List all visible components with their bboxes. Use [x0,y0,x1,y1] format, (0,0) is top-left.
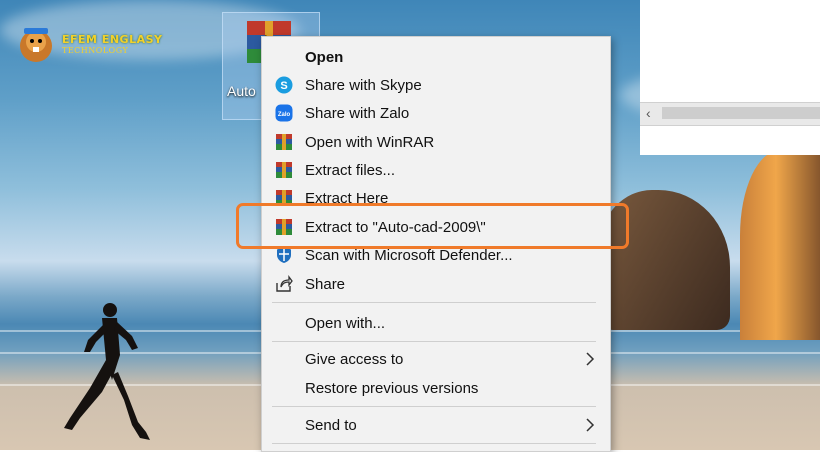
logo-title: EFEM ENGLASY [62,33,163,46]
menu-item-extract-files[interactable]: Extract files... [262,156,610,184]
zalo-icon: Zalo [275,104,293,122]
menu-item-give-access[interactable]: Give access to [262,345,610,373]
menu-separator [272,341,596,342]
menu-item-open-with[interactable]: Open with... [262,309,610,337]
menu-item-open[interactable]: Open [262,43,610,71]
menu-item-label: Share with Zalo [305,104,410,122]
menu-item-send-to[interactable]: Send to [262,411,610,439]
menu-item-share[interactable]: Share [262,270,610,298]
menu-item-label: Give access to [305,350,404,368]
beaver-mascot-icon [20,28,52,62]
desktop-file-label: Auto [227,83,256,99]
menu-item-share-skype[interactable]: S Share with Skype [262,71,610,99]
highlight-annotation-box [236,203,629,249]
menu-separator [272,302,596,303]
menu-item-label: Share with Skype [305,76,422,94]
svg-text:S: S [280,80,287,92]
menu-item-label: Share [305,275,346,293]
runner-silhouette [64,303,150,440]
chevron-right-icon [586,352,595,366]
menu-item-label: Extract files... [305,161,396,179]
menu-item-label: Scan with Microsoft Defender... [305,246,513,264]
channel-logo: EFEM ENGLASY TECHNOLOGY [14,22,174,66]
menu-item-share-zalo[interactable]: Zalo Share with Zalo [262,99,610,127]
skype-icon: S [275,76,293,94]
menu-item-label: Open [305,48,344,66]
horizontal-scrollbar[interactable]: ‹ [640,102,820,126]
logo-subtitle: TECHNOLOGY [62,46,129,55]
scroll-left-icon[interactable]: ‹ [646,105,651,121]
menu-item-label: Restore previous versions [305,379,479,397]
menu-separator [272,443,596,444]
svg-text:Zalo: Zalo [278,112,291,118]
winrar-icon [275,161,293,179]
scrollbar-thumb[interactable] [662,107,820,119]
menu-item-label: Open with WinRAR [305,133,435,151]
winrar-icon [275,133,293,151]
menu-item-open-with-winrar[interactable]: Open with WinRAR [262,128,610,156]
menu-item-label: Open with... [305,314,386,332]
menu-item-label: Send to [305,416,357,434]
share-icon [275,275,293,293]
menu-separator [272,406,596,407]
sea-cliff [740,150,820,340]
menu-item-restore-versions[interactable]: Restore previous versions [262,374,610,402]
background-window: ‹ [640,0,820,155]
chevron-right-icon [586,418,595,432]
